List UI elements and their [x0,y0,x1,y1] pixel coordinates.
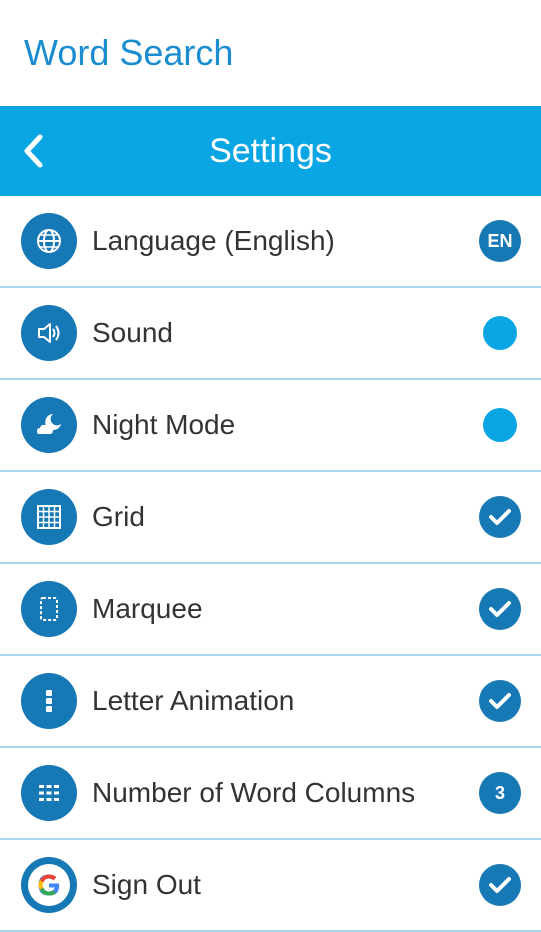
setting-label: Number of Word Columns [92,777,416,808]
setting-marquee[interactable]: Marquee [0,564,541,656]
setting-label: Grid [92,501,145,532]
grid-icon [21,489,77,545]
grid-checkbox[interactable] [479,496,521,538]
word-columns-badge[interactable]: 3 [479,772,521,814]
setting-label: Night Mode [92,409,236,440]
check-icon [489,509,511,525]
google-icon [21,857,77,913]
check-icon [489,877,511,893]
language-badge[interactable]: EN [479,220,521,262]
moon-cloud-icon [21,397,77,453]
check-icon [489,601,511,617]
setting-label: Letter Animation [92,685,295,716]
settings-list: Language (English) EN Sound Night Mode G… [0,196,541,932]
speaker-icon [21,305,77,361]
chevron-left-icon [24,134,43,168]
setting-sign-out[interactable]: Sign Out [0,840,541,932]
letter-animation-checkbox[interactable] [479,680,521,722]
letter-animation-icon [21,673,77,729]
setting-label: Language (English) [92,225,335,256]
marquee-icon [21,581,77,637]
setting-grid[interactable]: Grid [0,472,541,564]
setting-word-columns[interactable]: Number of Word Columns 3 [0,748,541,840]
marquee-checkbox[interactable] [479,588,521,630]
setting-label: Sound [92,317,173,348]
setting-language[interactable]: Language (English) EN [0,196,541,288]
setting-label: Marquee [92,593,203,624]
page-title: Settings [209,131,332,170]
back-button[interactable] [14,131,54,171]
setting-sound[interactable]: Sound [0,288,541,380]
globe-icon [21,213,77,269]
settings-header: Settings [0,106,541,196]
setting-letter-animation[interactable]: Letter Animation [0,656,541,748]
setting-night-mode[interactable]: Night Mode [0,380,541,472]
columns-icon [21,765,77,821]
sound-toggle[interactable] [483,316,517,350]
night-mode-toggle[interactable] [483,408,517,442]
setting-label: Sign Out [92,869,201,900]
check-icon [489,693,511,709]
app-title: Word Search [24,32,234,73]
